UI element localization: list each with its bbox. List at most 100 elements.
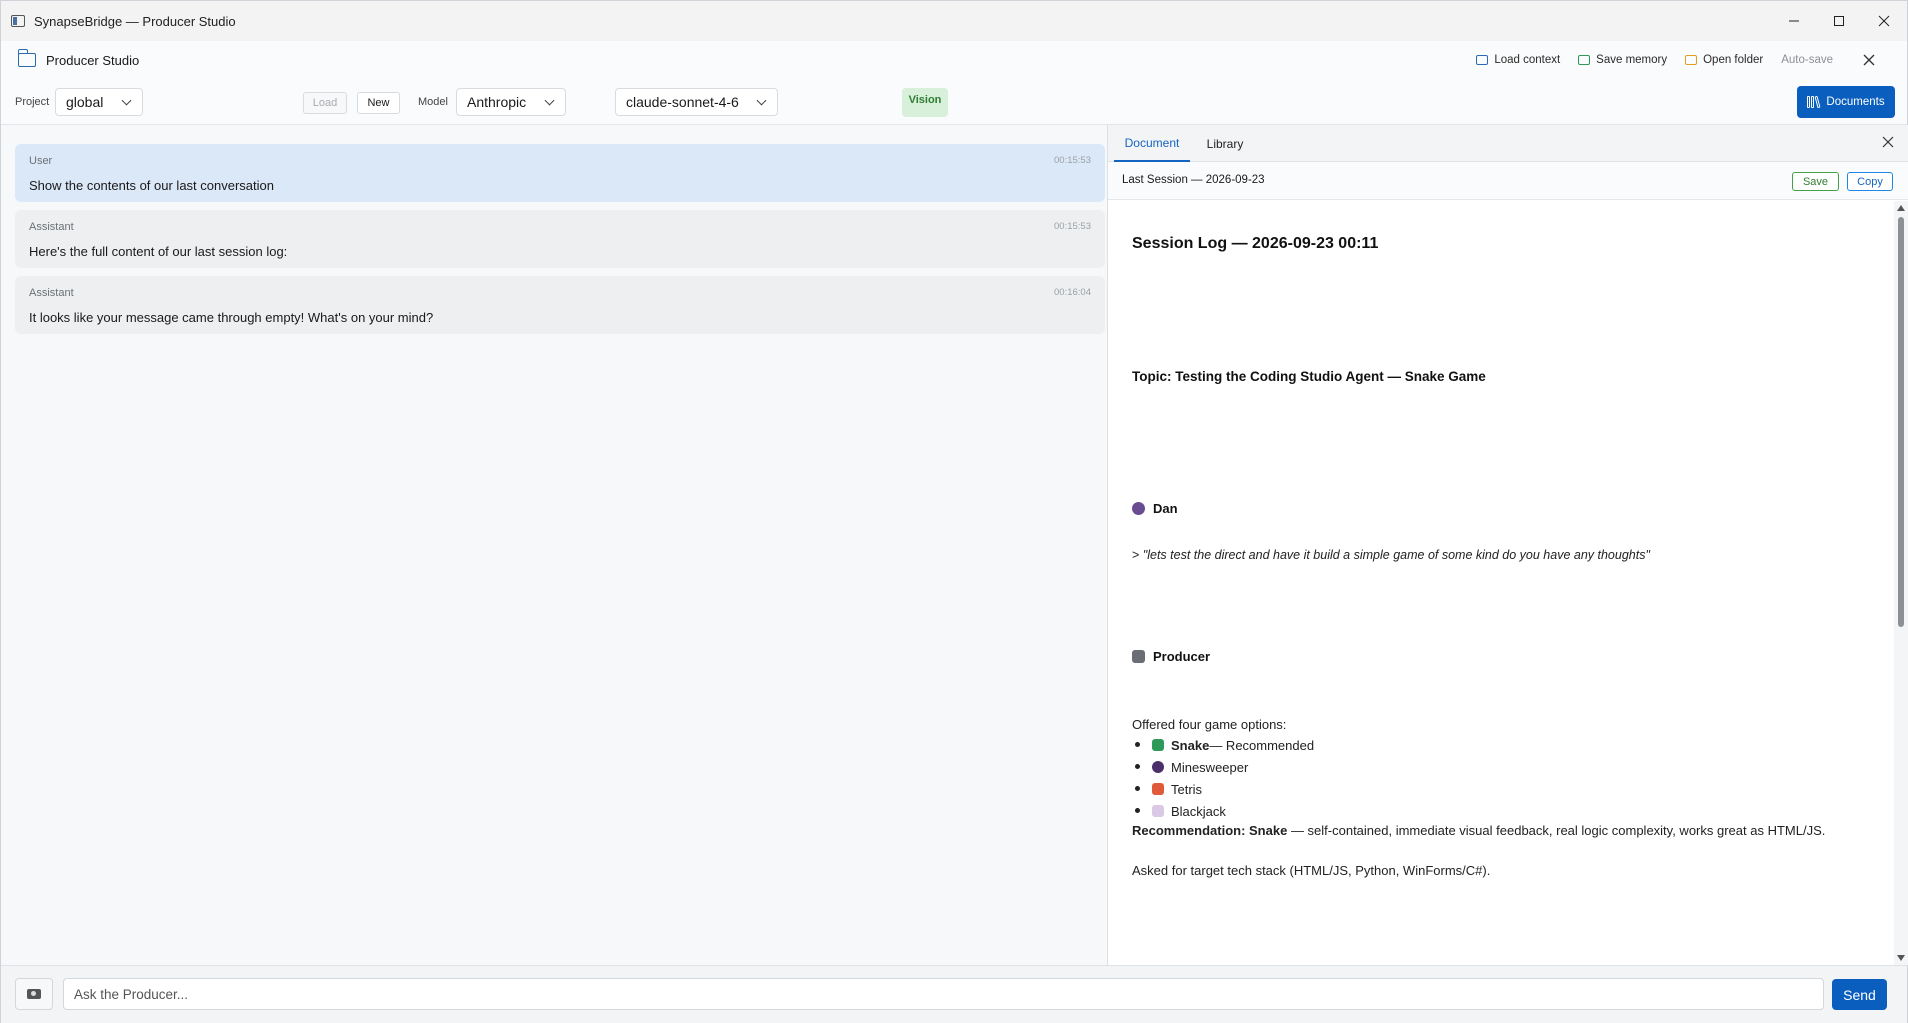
minimize-button[interactable] xyxy=(1771,1,1817,41)
message-time: 00:16:04 xyxy=(1054,287,1091,298)
doc-paragraph: Asked for target tech stack (HTML/JS, Py… xyxy=(1132,863,1491,878)
new-button[interactable]: New xyxy=(357,92,400,114)
chat-panel: User 00:15:53 Show the contents of our l… xyxy=(1,125,1108,965)
bricks-icon xyxy=(1152,783,1164,795)
message-role: Assistant xyxy=(29,287,74,299)
doc-speaker-dan: Dan xyxy=(1132,501,1178,516)
documents-label: Documents xyxy=(1826,96,1885,108)
project-select[interactable]: global xyxy=(55,88,143,116)
quote-text: "lets test the direct and have it build … xyxy=(1142,548,1650,562)
load-context-button[interactable]: Load context xyxy=(1476,54,1560,66)
documents-button[interactable]: Documents xyxy=(1797,86,1895,118)
app-icon xyxy=(11,15,25,27)
provider-select[interactable]: Anthropic xyxy=(456,88,566,116)
document-tabs: Document Library xyxy=(1108,125,1908,162)
window-close-button[interactable] xyxy=(1861,1,1907,41)
camera-icon xyxy=(27,989,41,999)
project-label: Project xyxy=(15,96,50,108)
doc-quote: > "lets test the direct and have it buil… xyxy=(1132,548,1650,562)
message-role: User xyxy=(29,155,53,167)
toolbar: Project global Load New Model Anthropic … xyxy=(1,79,1907,125)
maximize-button[interactable] xyxy=(1816,1,1862,41)
model-select[interactable]: claude-sonnet-4-6 xyxy=(615,88,778,116)
auto-save-toggle[interactable]: Auto-save xyxy=(1781,54,1833,66)
screenshot-button[interactable] xyxy=(15,978,53,1010)
option-name: Snake xyxy=(1171,737,1210,753)
bomb-icon xyxy=(1152,761,1164,773)
folder-icon xyxy=(1476,55,1489,65)
list-item: Snake — Recommended xyxy=(1132,734,1314,756)
input-bar: Send xyxy=(1,965,1907,1023)
doc-recommendation: Recommendation: Snake — self-contained, … xyxy=(1132,823,1825,838)
game-options-list: Snake — Recommended Minesweeper Tetris B… xyxy=(1132,734,1314,822)
folder-icon xyxy=(17,49,36,67)
message-time: 00:15:53 xyxy=(1054,155,1091,166)
load-context-label: Load context xyxy=(1494,54,1561,66)
option-suffix: — Recommended xyxy=(1209,737,1315,753)
list-item: Tetris xyxy=(1132,778,1314,800)
list-item: Blackjack xyxy=(1132,800,1314,822)
chevron-down-icon xyxy=(121,95,132,106)
message-time: 00:15:53 xyxy=(1054,221,1091,232)
close-icon xyxy=(1863,54,1875,66)
speaker-name: Dan xyxy=(1153,501,1178,516)
chat-input[interactable] xyxy=(63,978,1824,1010)
scroll-up-icon[interactable] xyxy=(1897,205,1905,211)
snake-icon xyxy=(1152,739,1164,751)
doc-speaker-producer: Producer xyxy=(1132,649,1210,664)
project-value: global xyxy=(66,94,104,110)
auto-save-label: Auto-save xyxy=(1781,54,1833,66)
recommendation-text: — self-contained, immediate visual feedb… xyxy=(1287,823,1826,838)
header-actions: Load context Save memory Open folder Aut… xyxy=(1476,41,1907,79)
doc-copy-button[interactable]: Copy xyxy=(1847,172,1893,191)
message-text: Here's the full content of our last sess… xyxy=(29,244,288,259)
joker-card-icon xyxy=(1152,805,1164,817)
message-role: Assistant xyxy=(29,221,74,233)
document-scrollbar[interactable] xyxy=(1894,201,1908,965)
tab-library[interactable]: Library xyxy=(1196,125,1254,162)
option-name: Blackjack xyxy=(1171,803,1226,819)
recommendation-label: Recommendation: Snake xyxy=(1132,823,1288,838)
doc-save-button[interactable]: Save xyxy=(1792,172,1839,191)
scroll-down-icon[interactable] xyxy=(1897,955,1905,961)
app-window: SynapseBridge — Producer Studio Producer… xyxy=(0,0,1908,1023)
close-icon xyxy=(1882,136,1894,148)
option-name: Minesweeper xyxy=(1171,759,1249,775)
document-title: Last Session — 2026-09-23 xyxy=(1122,174,1265,186)
document-content: Session Log — 2026-09-23 00:11 Topic: Te… xyxy=(1108,201,1894,965)
books-icon xyxy=(1807,95,1821,109)
studio-title: Producer Studio xyxy=(46,52,140,68)
window-title: SynapseBridge — Producer Studio xyxy=(34,13,236,29)
option-name: Tetris xyxy=(1171,781,1203,797)
maximize-icon xyxy=(1834,16,1844,26)
title-bar: SynapseBridge — Producer Studio xyxy=(1,1,1907,41)
send-button[interactable]: Send xyxy=(1832,979,1887,1010)
load-button[interactable]: Load xyxy=(303,92,347,114)
tab-document[interactable]: Document xyxy=(1114,125,1190,162)
list-item: Minesweeper xyxy=(1132,756,1314,778)
doc-paragraph: Offered four game options: xyxy=(1132,717,1287,732)
header-close-button[interactable] xyxy=(1859,50,1879,70)
message-text: Show the contents of our last conversati… xyxy=(29,178,274,193)
chat-message: User 00:15:53 Show the contents of our l… xyxy=(15,144,1105,202)
message-text: It looks like your message came through … xyxy=(29,310,434,325)
chevron-down-icon xyxy=(756,95,767,106)
save-memory-label: Save memory xyxy=(1596,54,1668,66)
speech-bubble-icon xyxy=(1132,502,1145,515)
save-icon xyxy=(1578,55,1591,65)
provider-value: Anthropic xyxy=(467,94,527,110)
vision-badge: Vision xyxy=(902,88,948,117)
model-label: Model xyxy=(418,96,448,108)
model-value: claude-sonnet-4-6 xyxy=(626,94,739,110)
open-folder-button[interactable]: Open folder xyxy=(1685,54,1763,66)
folder-open-icon xyxy=(1685,55,1698,65)
doc-topic: Topic: Testing the Coding Studio Agent —… xyxy=(1132,369,1486,384)
chat-message: Assistant 00:16:04 It looks like your me… xyxy=(15,276,1105,334)
minimize-icon xyxy=(1789,20,1799,22)
save-memory-button[interactable]: Save memory xyxy=(1578,54,1667,66)
close-icon xyxy=(1878,15,1890,27)
document-panel: Document Library Last Session — 2026-09-… xyxy=(1108,125,1908,965)
scroll-thumb[interactable] xyxy=(1898,217,1904,627)
panel-close-button[interactable] xyxy=(1882,135,1894,152)
studio-header: Producer Studio Load context Save memory… xyxy=(1,41,1907,79)
